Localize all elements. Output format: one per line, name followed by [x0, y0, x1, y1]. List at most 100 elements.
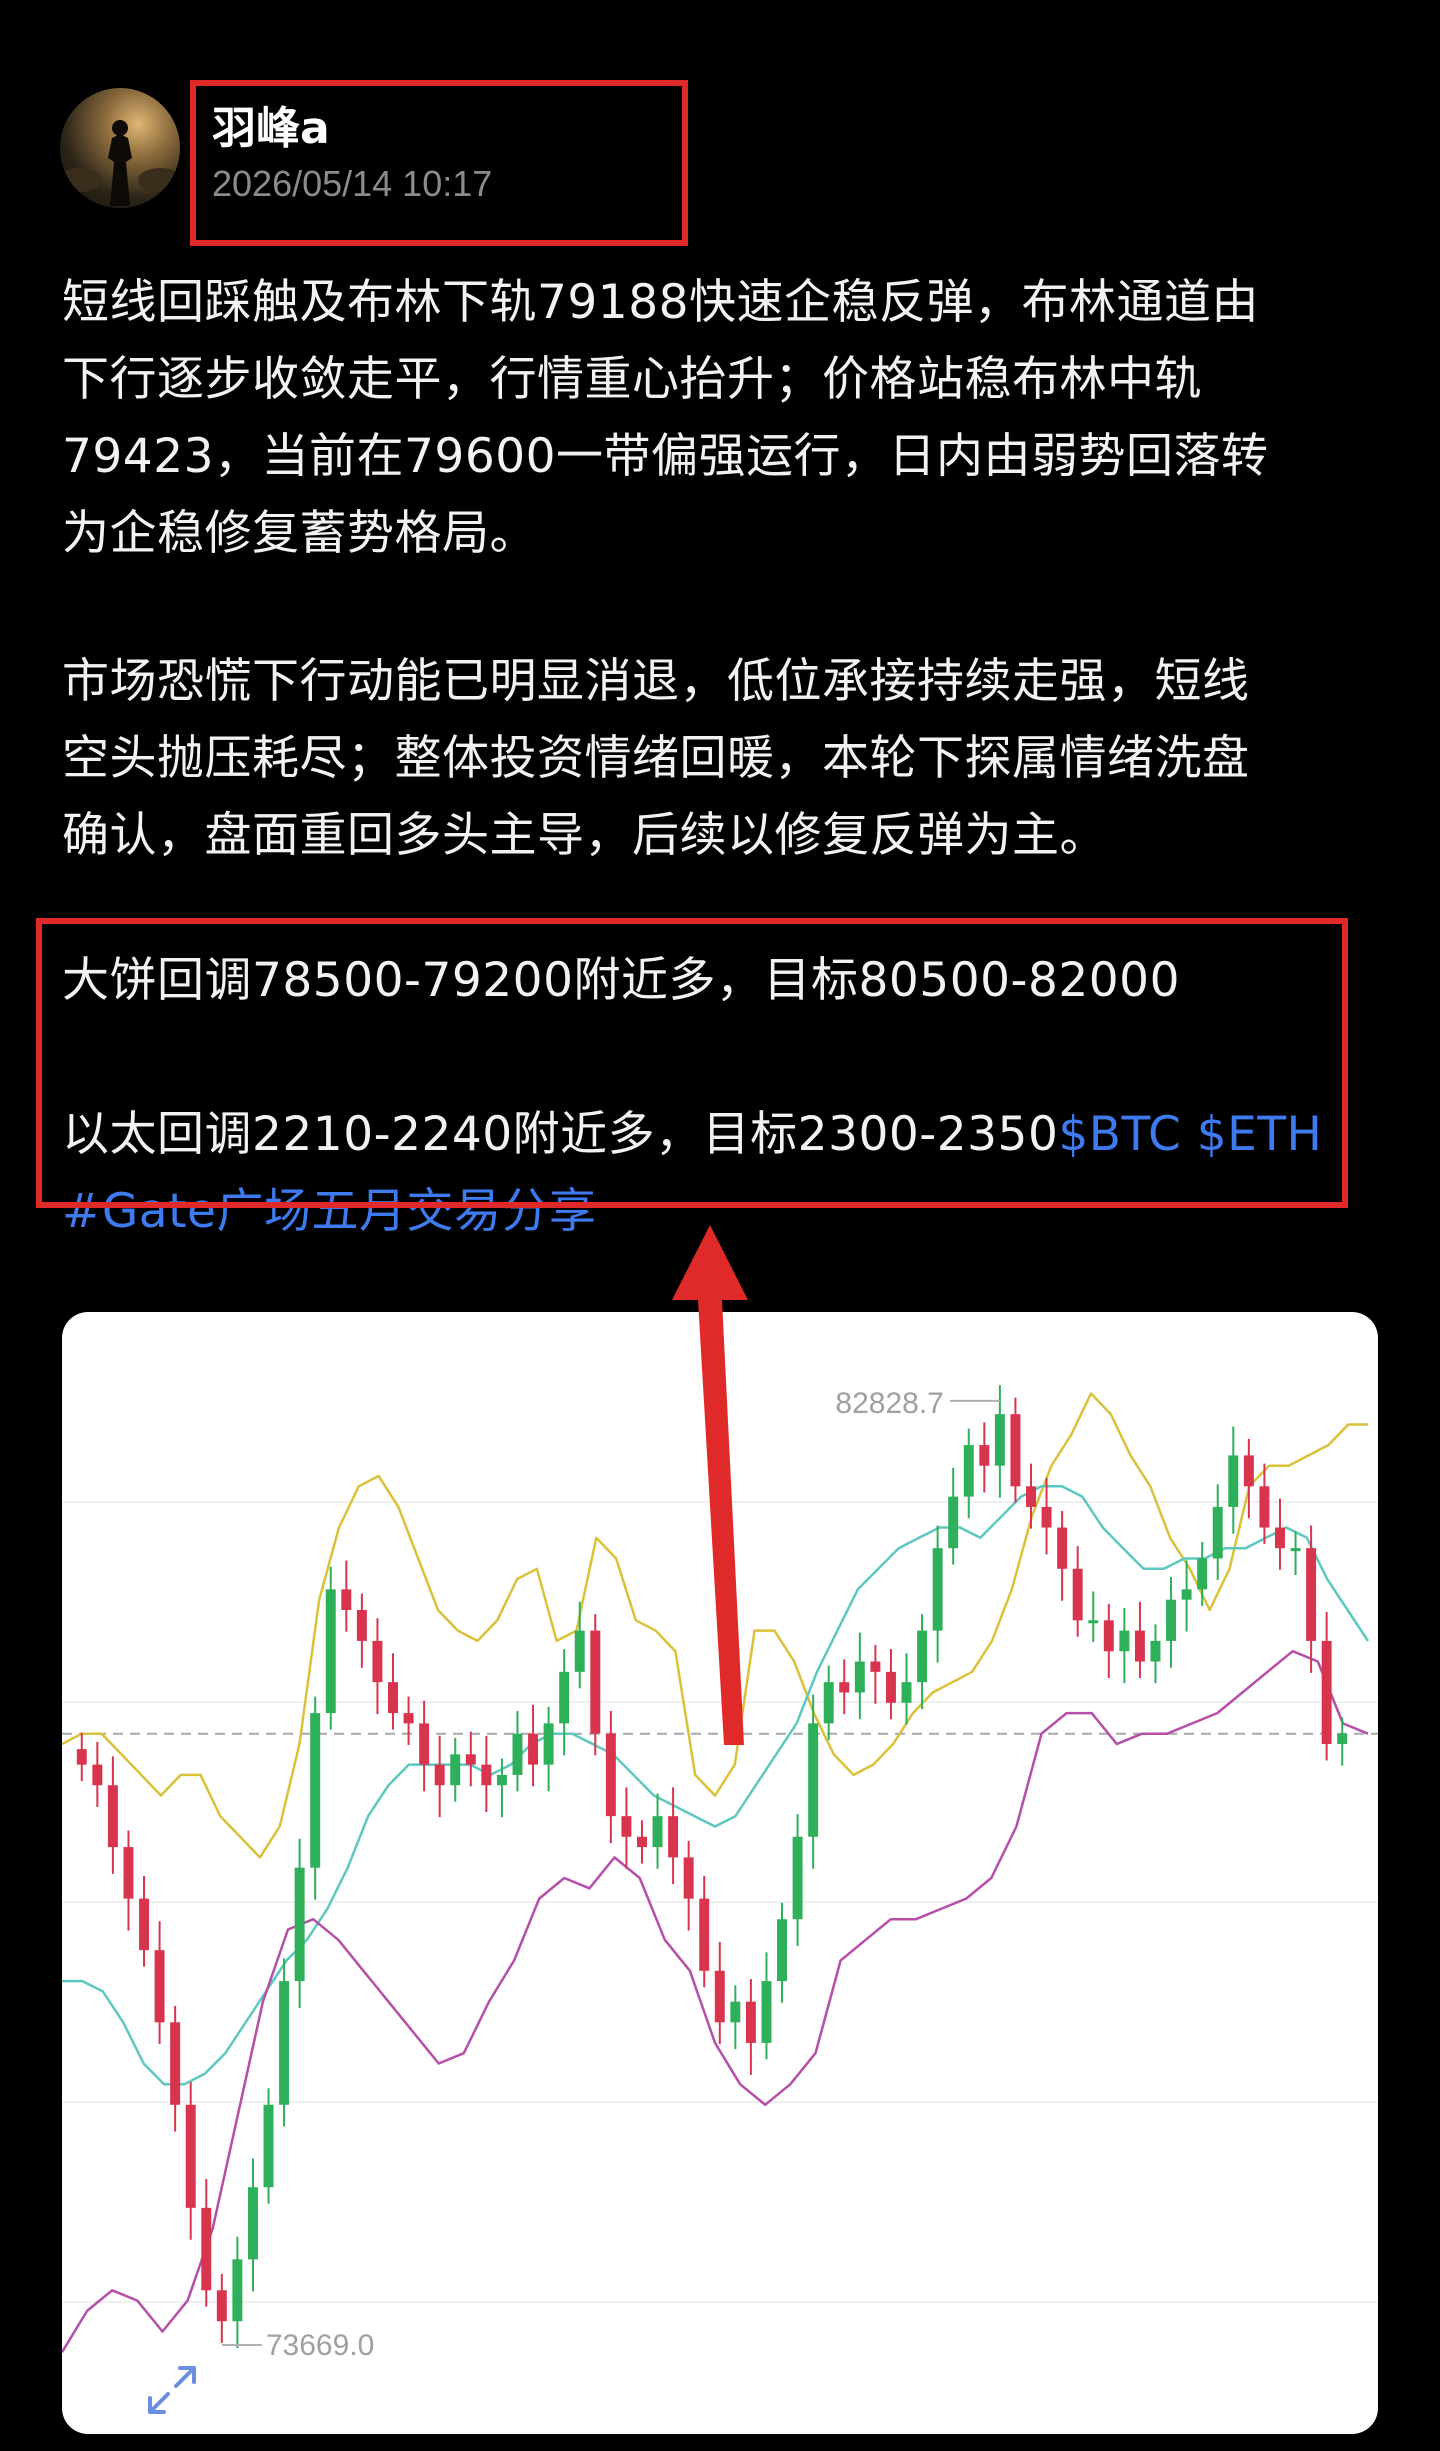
candle-body [1166, 1599, 1177, 1641]
candle-body [870, 1661, 881, 1672]
candle-body [1259, 1486, 1270, 1528]
candle-body [279, 1981, 290, 2105]
post-paragraph-sentiment: 市场恐慌下行动能已明显消退，低位承接持续走强，短线 空头抛压耗尽；整体投资情绪回… [62, 643, 1362, 874]
candle-body [590, 1630, 601, 1734]
candle-body [419, 1723, 430, 1765]
candle-body [372, 1640, 383, 1683]
candle-body [1181, 1589, 1192, 1600]
candle-body [232, 2259, 243, 2322]
candle-body [792, 1836, 803, 1920]
candle-body [636, 1836, 647, 1848]
candle-body [481, 1764, 492, 1786]
candle-body [885, 1671, 896, 1703]
candle-body [979, 1445, 990, 1466]
candle-body [356, 1610, 367, 1641]
candle-body [294, 1867, 305, 1982]
candle-body [1026, 1486, 1036, 1507]
candle-body [1321, 1640, 1332, 1744]
candle-body [683, 1857, 694, 1899]
candle-body [512, 1733, 523, 1775]
candle-body [1088, 1620, 1099, 1624]
candle-body [1057, 1527, 1068, 1569]
candle-body [450, 1754, 461, 1786]
candle-body [107, 1785, 118, 1848]
candle-body [605, 1733, 616, 1817]
candle-body [839, 1682, 850, 1693]
post-paragraph-analysis: 短线回踩触及布林下轨79188快速企稳反弹，布林通道由 下行逐步收敛走平，行情重… [62, 264, 1362, 572]
candle-body [963, 1445, 974, 1497]
candle-body [310, 1713, 321, 1868]
candle-body [528, 1733, 539, 1765]
candle-body [668, 1816, 679, 1858]
candle-body [652, 1816, 663, 1848]
candle-body [1119, 1630, 1130, 1652]
paragraph-line: 79423，当前在79600一带偏强运行，日内由弱势回落转 [62, 429, 1269, 484]
candle-body [1306, 1548, 1317, 1641]
highlight-box-author [190, 80, 688, 246]
candle-body [1010, 1414, 1021, 1487]
candle-body [496, 1774, 507, 1786]
price-chart-card[interactable]: 82828.7 73669.0 [62, 1312, 1378, 2434]
candlestick-chart: 82828.7 73669.0 [62, 1385, 1378, 2362]
candle-body [621, 1816, 632, 1837]
candle-body [341, 1589, 352, 1610]
candle-body [388, 1682, 398, 1714]
low-price-label: 73669.0 [266, 2329, 374, 2362]
candle-body [543, 1723, 554, 1765]
candle-body [730, 2001, 741, 2023]
candle-body [1103, 1620, 1114, 1652]
candle-body [465, 1754, 476, 1765]
candle-body [1290, 1548, 1301, 1552]
paragraph-line: 空头抛压耗尽；整体投资情绪回暖，本轮下探属情绪洗盘 [62, 731, 1250, 786]
expand-icon[interactable] [142, 2360, 202, 2420]
paragraph-line: 下行逐步收敛走平，行情重心抬升；价格站稳布林中轨 [62, 352, 1202, 407]
candle-body [247, 2187, 258, 2260]
candle-body [216, 2290, 227, 2322]
candle-body [901, 1682, 912, 1703]
candle-body [76, 1749, 87, 1765]
candle-body [154, 1950, 165, 2023]
candle-body [1212, 1506, 1223, 1559]
high-price-label: 82828.7 [835, 1387, 943, 1420]
candle-body [823, 1682, 834, 1724]
candle-body [1274, 1527, 1285, 1549]
candle-body [434, 1764, 445, 1786]
candle-body [1072, 1568, 1083, 1621]
candle-body [854, 1661, 865, 1693]
candle-body [1228, 1455, 1239, 1507]
candle-body [201, 2207, 212, 2291]
candle-body [185, 2104, 196, 2208]
candle-body [139, 1898, 150, 1951]
candle-body [325, 1589, 336, 1714]
avatar-image [60, 120, 180, 206]
author-avatar[interactable] [60, 88, 180, 208]
candle-body [574, 1630, 585, 1672]
candle-body [559, 1671, 570, 1724]
candle-body [1134, 1630, 1145, 1662]
candle-body [932, 1548, 943, 1631]
candle-body [917, 1630, 928, 1683]
paragraph-line: 确认，盘面重回多头主导，后续以修复反弹为主。 [62, 808, 1107, 863]
candle-body [263, 2104, 274, 2188]
candle-body [808, 1723, 819, 1837]
candle-body [714, 1970, 725, 2023]
candle-body [948, 1496, 959, 1549]
candle-body [1337, 1733, 1348, 1744]
candle-body [123, 1847, 134, 1899]
candle-body [777, 1919, 788, 1982]
candle-body [745, 2001, 756, 2043]
candle-body [1243, 1455, 1254, 1487]
candle-body [1150, 1640, 1161, 1662]
candle-body [170, 2022, 181, 2105]
paragraph-line: 为企稳修复蓄势格局。 [62, 506, 537, 561]
paragraph-line: 短线回踩触及布林下轨79188快速企稳反弹，布林通道由 [62, 275, 1260, 330]
candle-body [994, 1414, 1005, 1466]
candle-body [92, 1764, 103, 1786]
highlight-box-signals [36, 918, 1348, 1208]
candle-body [403, 1713, 414, 1724]
candle-body [699, 1898, 710, 1971]
paragraph-line: 市场恐慌下行动能已明显消退，低位承接持续走强，短线 [62, 654, 1250, 709]
candle-body [1041, 1506, 1052, 1528]
candle-body [761, 1981, 772, 2043]
candle-body [1197, 1558, 1208, 1590]
